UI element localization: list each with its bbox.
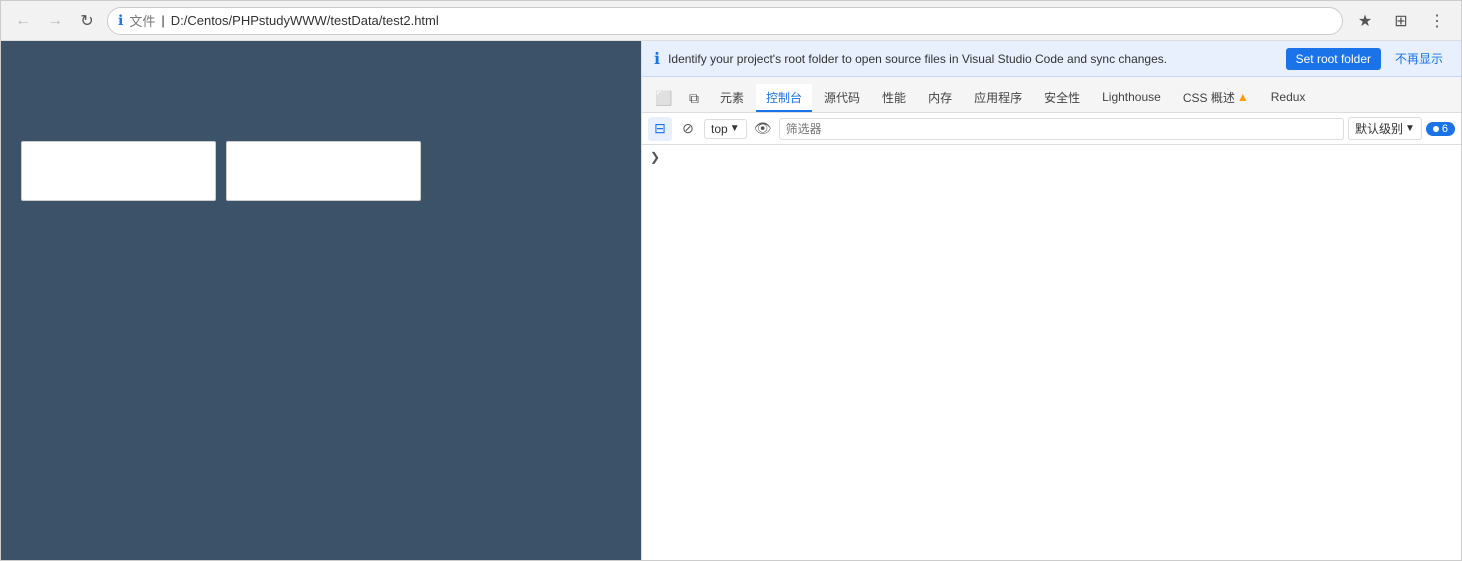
browser-window: ← → ↻ ℹ 文件 | D:/Centos/PHPstudyWWW/testD… [0,0,1462,561]
reload-button[interactable]: ↻ [75,9,99,33]
tab-memory[interactable]: 内存 [918,84,962,112]
back-button[interactable]: ← [11,9,35,33]
preview-box-1 [21,141,216,201]
tab-lighthouse-label: Lighthouse [1102,90,1161,104]
tab-console-label: 控制台 [766,89,802,106]
console-clear-button[interactable]: ⊟ [648,117,672,141]
tab-application-label: 应用程序 [974,89,1022,106]
device-toolbar-icon[interactable]: ⬜ [650,84,678,112]
forward-icon: → [47,12,63,30]
context-selector[interactable]: top ▼ [704,119,747,139]
star-icon: ★ [1358,11,1372,31]
devtools-panel: ℹ Identify your project's root folder to… [641,41,1461,560]
issue-badge[interactable]: 6 [1426,122,1455,136]
inspect-icon: ⧉ [689,90,699,107]
css-overview-warning-icon: ▲ [1237,90,1249,104]
tab-css-overview[interactable]: CSS 概述 ▲ [1173,84,1259,112]
tab-css-overview-label: CSS 概述 [1183,89,1235,106]
page-preview [1,41,641,560]
context-arrow-icon: ▼ [730,123,740,134]
log-level-selector[interactable]: 默认级别 ▼ [1348,117,1422,140]
file-label: 文件 [129,11,155,30]
address-bar: ← → ↻ ℹ 文件 | D:/Centos/PHPstudyWWW/testD… [1,1,1461,41]
forward-button[interactable]: → [43,9,67,33]
main-area: ℹ Identify your project's root folder to… [1,41,1461,560]
toolbar-icons: ★ ⊞ ⋮ [1351,7,1451,35]
device-icon: ⬜ [655,90,672,107]
clear-console-icon: ⊟ [654,120,666,137]
tab-application[interactable]: 应用程序 [964,84,1032,112]
set-root-button[interactable]: Set root folder [1286,48,1381,70]
level-arrow-icon: ▼ [1405,123,1415,134]
tab-elements[interactable]: 元素 [710,84,754,112]
block-requests-button[interactable]: ⊘ [676,117,700,141]
preview-box-2 [226,141,421,201]
issue-count: 6 [1442,123,1448,135]
extensions-icon: ⊞ [1394,11,1407,31]
back-icon: ← [15,12,31,30]
tab-redux[interactable]: Redux [1261,84,1316,112]
tab-console[interactable]: 控制台 [756,84,812,112]
info-banner-icon: ℹ [654,49,660,69]
tab-memory-label: 内存 [928,89,952,106]
filter-input[interactable] [779,118,1344,140]
context-label: top [711,122,728,136]
tab-sources[interactable]: 源代码 [814,84,870,112]
inspect-icon-btn[interactable]: ⧉ [680,84,708,112]
block-icon: ⊘ [682,120,694,137]
tab-elements-label: 元素 [720,89,744,106]
url-bar[interactable]: ℹ 文件 | D:/Centos/PHPstudyWWW/testData/te… [107,7,1343,35]
tab-performance-label: 性能 [882,89,906,106]
tab-security[interactable]: 安全性 [1034,84,1090,112]
tab-lighthouse[interactable]: Lighthouse [1092,84,1171,112]
url-text: D:/Centos/PHPstudyWWW/testData/test2.htm… [171,13,439,28]
live-expressions-button[interactable]: 👁 [751,117,775,141]
tab-security-label: 安全性 [1044,89,1080,106]
eye-icon: 👁 [754,120,772,137]
menu-icon: ⋮ [1429,11,1445,31]
url-separator: | [161,13,164,28]
devtools-tabs: ⬜ ⧉ 元素 控制台 源代码 性能 内存 [642,77,1461,113]
reload-icon: ↻ [80,11,93,31]
console-toolbar: ⊟ ⊘ top ▼ 👁 默认级别 ▼ [642,113,1461,145]
dismiss-button[interactable]: 不再显示 [1389,46,1449,71]
issue-dot [1433,126,1439,132]
console-content: ❯ [642,145,1461,560]
star-button[interactable]: ★ [1351,7,1379,35]
level-label: 默认级别 [1355,120,1403,137]
preview-boxes [1,121,641,221]
page-info-icon: ℹ [118,12,123,29]
menu-button[interactable]: ⋮ [1423,7,1451,35]
tab-redux-label: Redux [1271,90,1306,104]
info-banner-text: Identify your project's root folder to o… [668,52,1278,66]
tab-performance[interactable]: 性能 [872,84,916,112]
console-expand-arrow[interactable]: ❯ [650,150,660,164]
extensions-button[interactable]: ⊞ [1387,7,1415,35]
info-banner: ℹ Identify your project's root folder to… [642,41,1461,77]
tab-sources-label: 源代码 [824,89,860,106]
